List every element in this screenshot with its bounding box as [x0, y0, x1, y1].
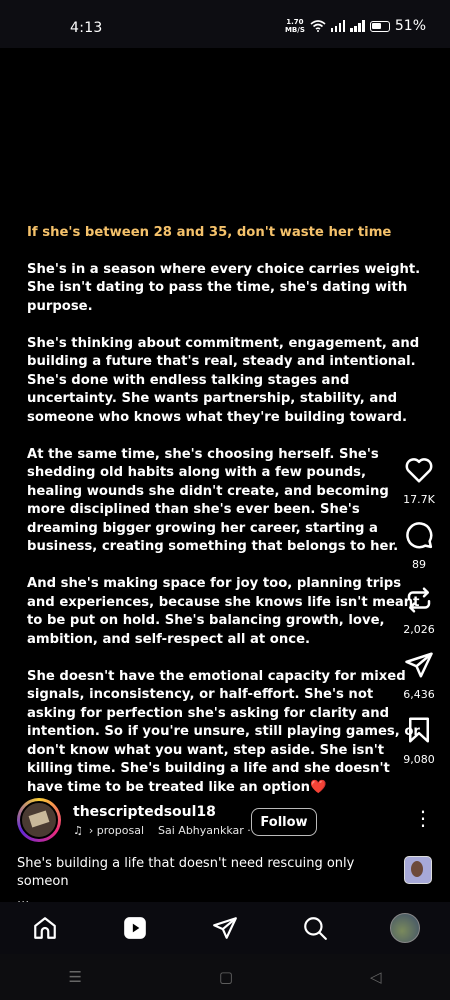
follow-button[interactable]: Follow	[251, 808, 317, 836]
reel-video[interactable]: If she's between 28 and 35, don't waste …	[0, 48, 450, 898]
battery-percent: 51%	[394, 18, 426, 34]
reels-icon	[124, 917, 146, 939]
author-username[interactable]: thescriptedsoul18	[73, 804, 216, 820]
status-icons: 1.70 MB/S 51%	[285, 18, 426, 34]
recents-icon[interactable]: ☰	[68, 968, 81, 986]
nav-messages[interactable]	[205, 908, 245, 948]
signal-icon-2	[350, 20, 365, 32]
save-button[interactable]: 9,080	[403, 715, 435, 766]
back-icon[interactable]: ◁	[370, 968, 382, 986]
music-note-icon: ♫	[73, 824, 83, 837]
nav-profile[interactable]	[385, 908, 425, 948]
comment-count: 89	[412, 558, 426, 571]
search-icon	[304, 917, 327, 940]
system-nav-bar: ☰ ▢ ◁	[0, 954, 450, 1000]
nav-reels[interactable]	[115, 908, 155, 948]
action-column: 17.7K 89 2,026 6,436 9,080	[401, 455, 437, 780]
heart-emoji: ❤️	[310, 779, 327, 795]
more-options-icon[interactable]: ⋮	[413, 808, 433, 828]
reel-paragraph: And she's making space for joy too, plan…	[27, 576, 420, 647]
bottom-nav	[0, 902, 450, 954]
audio-artist: Sai Abhyankkar ·	[158, 824, 251, 837]
reel-paragraph: She doesn't have the emotional capacity …	[27, 668, 420, 795]
repost-button[interactable]: 2,026	[403, 585, 435, 636]
wifi-icon	[310, 20, 326, 32]
reel-author-row: thescriptedsoul18 ♫ › proposal Sai Abhya…	[17, 798, 437, 846]
speed-value: 1.70	[286, 18, 304, 26]
reel-heading: If she's between 28 and 35, don't waste …	[27, 225, 392, 240]
system-home-icon[interactable]: ▢	[219, 968, 233, 986]
like-count: 17.7K	[403, 493, 435, 506]
caption-text: She's building a life that doesn't need …	[17, 856, 355, 889]
like-button[interactable]: 17.7K	[403, 455, 435, 506]
nav-search[interactable]	[295, 908, 335, 948]
reel-caption[interactable]: She's building a life that doesn't need …	[17, 855, 392, 909]
reel-text-overlay: If she's between 28 and 35, don't waste …	[27, 224, 422, 797]
reel-paragraph: At the same time, she's choosing herself…	[27, 446, 399, 555]
author-avatar[interactable]	[17, 798, 61, 842]
save-count: 9,080	[403, 753, 435, 766]
heart-icon	[405, 458, 433, 483]
bookmark-icon	[409, 717, 429, 743]
avatar-image	[20, 801, 58, 839]
signal-icon-1	[330, 20, 346, 32]
nav-home[interactable]	[25, 908, 65, 948]
speed-unit: MB/S	[284, 26, 305, 34]
audio-title: › proposal	[88, 824, 145, 837]
repost-count: 2,026	[403, 623, 435, 636]
reel-paragraph: She's in a season where every choice car…	[27, 261, 421, 314]
audio-thumbnail[interactable]	[404, 856, 432, 884]
repost-icon	[407, 587, 431, 613]
status-bar: 4:13 1.70 MB/S 51%	[0, 0, 450, 48]
share-count: 6,436	[403, 688, 435, 701]
comment-button[interactable]: 89	[404, 520, 434, 571]
profile-avatar	[390, 913, 420, 943]
home-icon	[34, 917, 56, 939]
comment-icon	[406, 522, 433, 549]
network-speed: 1.70 MB/S	[285, 18, 305, 34]
status-time: 4:13	[70, 20, 103, 36]
audio-info[interactable]: ♫ › proposal Sai Abhyankkar ·	[73, 824, 251, 837]
battery-icon	[369, 20, 390, 32]
send-icon	[213, 917, 237, 939]
send-icon	[405, 652, 433, 678]
share-button[interactable]: 6,436	[403, 650, 435, 701]
reel-paragraph: She's thinking about commitment, engagem…	[27, 335, 420, 425]
